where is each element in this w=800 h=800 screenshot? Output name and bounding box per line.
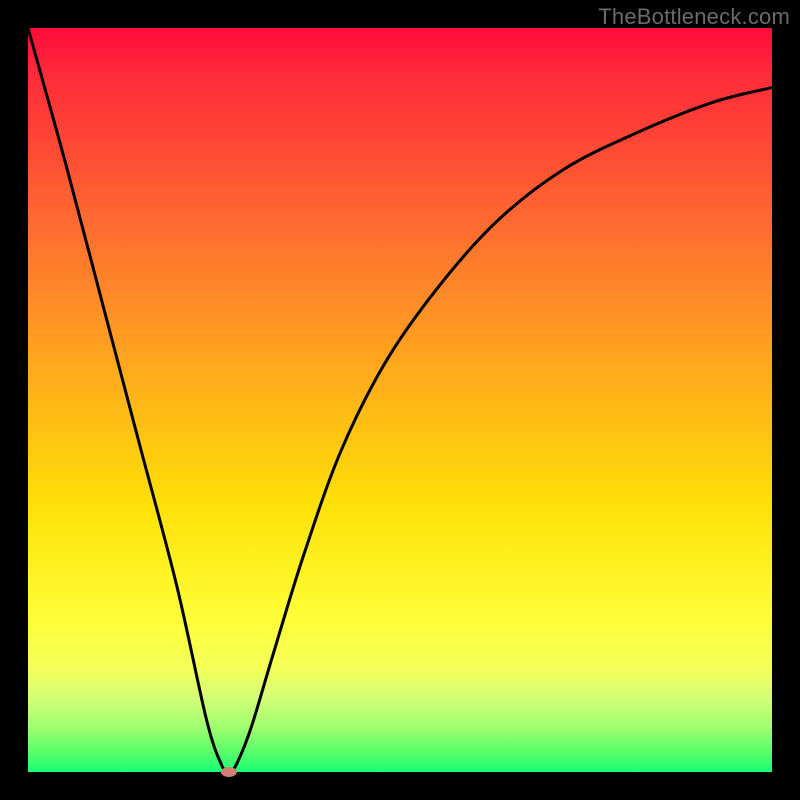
bottleneck-curve: [28, 28, 772, 772]
curve-layer: [28, 28, 772, 772]
chart-container: TheBottleneck.com: [0, 0, 800, 800]
watermark-text: TheBottleneck.com: [598, 4, 790, 30]
minimum-marker: [221, 767, 237, 777]
plot-area: [28, 28, 772, 772]
